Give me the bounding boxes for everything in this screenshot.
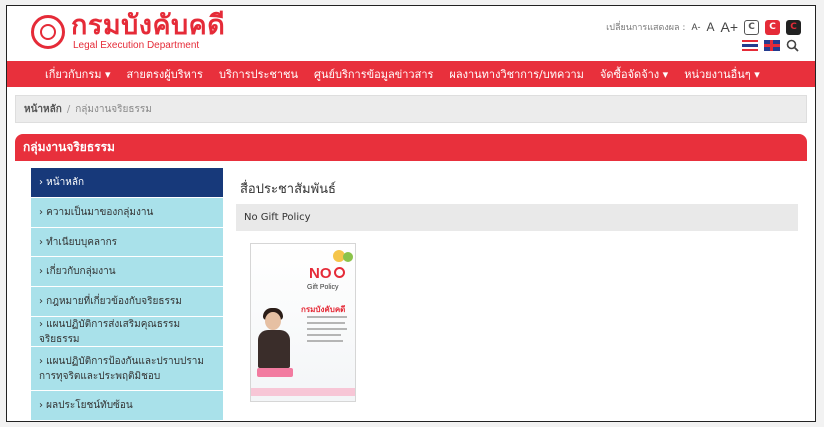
poster-leaf-icon [343,252,353,262]
poster-text-line [307,340,343,342]
sidebar-item-personnel[interactable]: › ทำเนียบบุคลากร [31,228,223,257]
poster-text-line [307,328,347,330]
display-mode-label: เปลี่ยนการแสดงผล : [606,23,686,33]
contrast-red-button[interactable]: C [765,19,780,35]
poster-gift-policy-text: Gift Policy [307,284,339,291]
thai-flag-icon[interactable] [742,40,758,51]
sidebar-item-home[interactable]: › หน้าหลัก [31,168,223,198]
site-logo-title[interactable]: กรมบังคับคดี [71,10,225,40]
poster-person-face [265,312,281,330]
font-normal-button[interactable]: A [706,20,714,34]
sidebar-item-ethics-plan[interactable]: › แผนปฏิบัติการส่งเสริมคุณธรรม จริยธรรม [31,317,223,347]
nav-item-info-center[interactable]: ศูนย์บริการข้อมูลข่าวสาร [314,65,433,83]
nav-item-procurement[interactable]: จัดซื้อจัดจ้าง ▾ [600,65,668,83]
sidebar-item-about-group[interactable]: › เกี่ยวกับกลุ่มงาน [31,257,223,287]
site-logo-subtitle: Legal Execution Department [73,40,200,51]
sidebar-item-anti-corruption-plan[interactable]: › แผนปฏิบัติการป้องกันและปราบปรามการทุจร… [31,347,223,391]
browser-frame: กรมบังคับคดี Legal Execution Department … [6,5,816,422]
poster-text-line [307,316,347,318]
poster-brand-text: กรมบังคับคดี [301,305,346,314]
sidebar-item-ethics-laws[interactable]: › กฎหมายที่เกี่ยวข้องกับจริยธรรม [31,287,223,317]
section-title: กลุ่มงานจริยธรรม [15,134,807,161]
breadcrumb-home-link[interactable]: หน้าหลัก [24,102,62,117]
policy-title-bar[interactable]: No Gift Policy [236,204,798,231]
poster-text-line [307,322,345,324]
font-decrease-button[interactable]: A- [691,22,700,32]
search-icon[interactable] [786,39,799,52]
sidebar-menu: › หน้าหลัก › ความเป็นมาของกลุ่มงาน › ทำเ… [31,168,223,421]
sidebar-item-history[interactable]: › ความเป็นมาของกลุ่มงาน [31,198,223,228]
site-header: กรมบังคับคดี Legal Execution Department … [7,6,815,58]
uk-flag-icon[interactable] [764,40,780,51]
no-gift-policy-poster[interactable]: NO Gift Policy กรมบังคับคดี [250,243,356,402]
department-seal-logo[interactable] [31,15,65,49]
display-tools: เปลี่ยนการแสดงผล : A- A A+ C C C [606,18,801,36]
font-increase-button[interactable]: A+ [720,19,738,35]
contrast-dark-button[interactable]: C [786,19,801,35]
no-gift-symbol-icon [334,267,345,278]
main-heading: สื่อประชาสัมพันธ์ [240,182,336,197]
nav-item-about[interactable]: เกี่ยวกับกรม ▾ [45,65,111,83]
poster-person-image [258,330,290,368]
language-tools [742,39,799,52]
breadcrumb: หน้าหลัก / กลุ่มงานจริยธรรม [15,95,807,123]
poster-footer-bar [251,388,355,396]
contrast-normal-button[interactable]: C [744,19,759,35]
poster-name-tag [257,368,293,377]
poster-text-line [307,334,341,336]
poster-no-text: NO [309,265,332,282]
nav-item-public-services[interactable]: บริการประชาชน [219,65,298,83]
nav-item-academic-works[interactable]: ผลงานทางวิชาการ/บทความ [449,65,584,83]
nav-item-other-agencies[interactable]: หน่วยงานอื่นๆ ▾ [684,65,760,83]
main-navigation: เกี่ยวกับกรม ▾ สายตรงผู้บริหาร บริการประ… [7,61,815,87]
nav-item-executive-line[interactable]: สายตรงผู้บริหาร [127,65,203,83]
sidebar-item-conflict-of-interest[interactable]: › ผลประโยชน์ทับซ้อน [31,391,223,421]
breadcrumb-current: กลุ่มงานจริยธรรม [75,103,152,115]
breadcrumb-separator: / [66,103,71,115]
